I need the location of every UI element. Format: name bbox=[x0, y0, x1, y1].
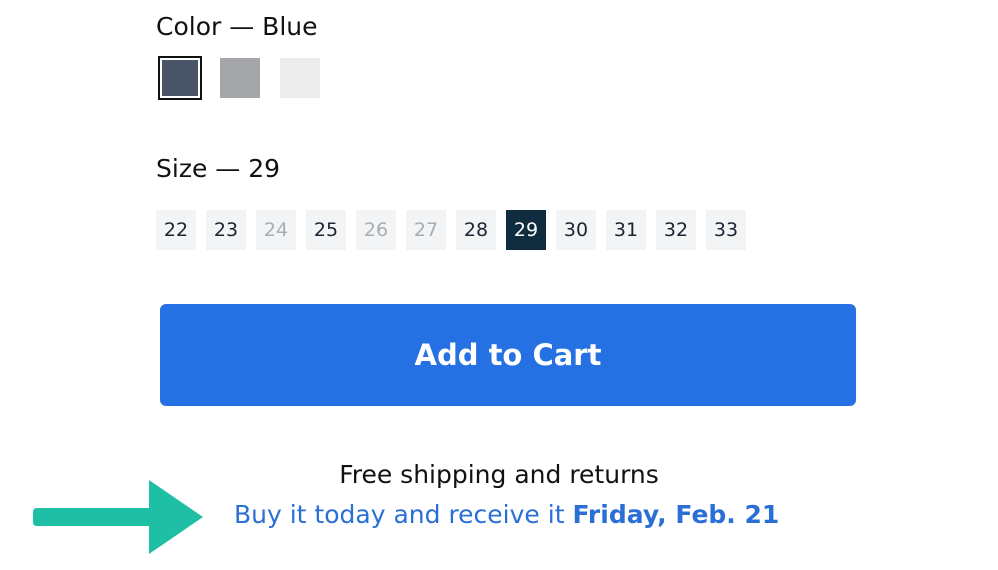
size-option-24[interactable]: 24 bbox=[256, 210, 296, 250]
arrow-right-icon bbox=[33, 480, 203, 554]
add-to-cart-button[interactable]: Add to Cart bbox=[160, 304, 856, 406]
color-label: Color — Blue bbox=[156, 12, 318, 41]
size-option-26[interactable]: 26 bbox=[356, 210, 396, 250]
size-option-31[interactable]: 31 bbox=[606, 210, 646, 250]
color-swatches bbox=[158, 56, 320, 100]
delivery-estimate: Buy it today and receive it Friday, Feb.… bbox=[234, 500, 779, 529]
size-option-30[interactable]: 30 bbox=[556, 210, 596, 250]
swatch-white[interactable] bbox=[280, 58, 320, 98]
size-option-28[interactable]: 28 bbox=[456, 210, 496, 250]
swatch-blue[interactable] bbox=[158, 56, 202, 100]
size-label: Size — 29 bbox=[156, 154, 281, 183]
size-option-33[interactable]: 33 bbox=[706, 210, 746, 250]
size-option-29[interactable]: 29 bbox=[506, 210, 546, 250]
size-option-32[interactable]: 32 bbox=[656, 210, 696, 250]
swatch-grey[interactable] bbox=[220, 58, 260, 98]
size-option-23[interactable]: 23 bbox=[206, 210, 246, 250]
delivery-prefix: Buy it today and receive it bbox=[234, 500, 565, 529]
size-options: 22 23 24 25 26 27 28 29 30 31 32 33 bbox=[156, 210, 746, 250]
delivery-date: Friday, Feb. 21 bbox=[572, 500, 780, 529]
size-option-27[interactable]: 27 bbox=[406, 210, 446, 250]
size-option-25[interactable]: 25 bbox=[306, 210, 346, 250]
size-option-22[interactable]: 22 bbox=[156, 210, 196, 250]
